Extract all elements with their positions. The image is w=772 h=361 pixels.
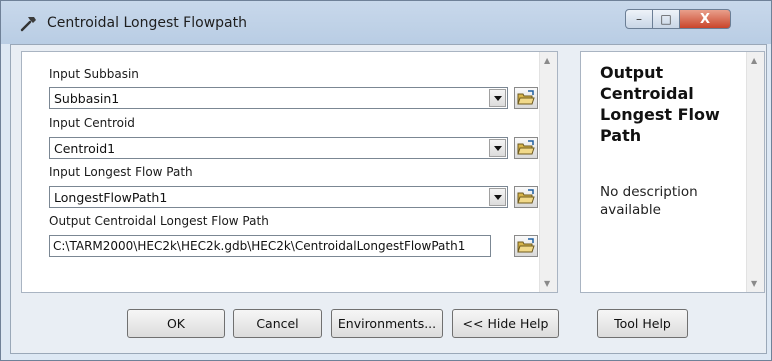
help-scrollbar[interactable]: ▲ ▼ [746, 52, 764, 292]
output-path-input[interactable]: C:\TARM2000\HEC2k\HEC2k.gdb\HEC2k\Centro… [49, 235, 491, 257]
param-label-output-path: Output Centroidal Longest Flow Path [49, 214, 269, 228]
browse-subbasin-button[interactable] [514, 87, 538, 109]
param-label-subbasin: Input Subbasin [49, 67, 139, 81]
dialog-body: Input Subbasin Subbasin1 Input Centroid … [10, 44, 767, 354]
minimize-button[interactable]: – [625, 9, 653, 29]
input-subbasin-combo[interactable]: Subbasin1 [49, 87, 508, 109]
input-longest-flow-path-value: LongestFlowPath1 [54, 190, 168, 205]
tool-hammer-icon [20, 17, 36, 32]
open-folder-icon [517, 238, 535, 253]
tool-help-button[interactable]: Tool Help [597, 309, 688, 338]
chevron-down-icon[interactable] [489, 89, 506, 107]
scroll-up-arrow-icon[interactable]: ▲ [544, 56, 550, 65]
open-folder-icon [517, 140, 535, 155]
scroll-up-arrow-icon[interactable]: ▲ [751, 56, 757, 65]
hide-help-button[interactable]: << Hide Help [452, 309, 559, 338]
browse-centroid-button[interactable] [514, 137, 538, 159]
browse-longest-flow-path-button[interactable] [514, 186, 538, 208]
parameters-scrollbar[interactable]: ▲ ▼ [539, 52, 557, 292]
scroll-down-arrow-icon[interactable]: ▼ [751, 279, 757, 288]
input-longest-flow-path-combo[interactable]: LongestFlowPath1 [49, 186, 508, 208]
help-title: Output Centroidal Longest Flow Path [600, 63, 720, 145]
param-label-centroid: Input Centroid [49, 116, 135, 130]
chevron-down-icon[interactable] [489, 139, 506, 157]
input-subbasin-value: Subbasin1 [54, 91, 120, 106]
window-controls: – □ X [625, 9, 766, 31]
parameters-panel[interactable]: Input Subbasin Subbasin1 Input Centroid … [21, 51, 558, 293]
ok-button[interactable]: OK [127, 309, 225, 338]
input-centroid-value: Centroid1 [54, 141, 116, 156]
close-button[interactable]: X [679, 9, 731, 29]
output-path-value: C:\TARM2000\HEC2k\HEC2k.gdb\HEC2k\Centro… [53, 239, 466, 253]
open-folder-icon [517, 90, 535, 105]
chevron-down-icon[interactable] [489, 188, 506, 206]
window-title: Centroidal Longest Flowpath [47, 15, 247, 31]
maximize-button[interactable]: □ [652, 9, 680, 29]
browse-output-path-button[interactable] [514, 235, 538, 257]
input-centroid-combo[interactable]: Centroid1 [49, 137, 508, 159]
param-label-longest-flow-path: Input Longest Flow Path [49, 165, 193, 179]
environments-button[interactable]: Environments... [331, 309, 443, 338]
cancel-button[interactable]: Cancel [233, 309, 322, 338]
help-description: No description available [600, 184, 698, 218]
help-panel: Output Centroidal Longest Flow Path No d… [580, 51, 765, 293]
open-folder-icon [517, 189, 535, 204]
tool-dialog: Centroidal Longest Flowpath – □ X Input … [0, 0, 772, 361]
title-bar[interactable]: Centroidal Longest Flowpath – □ X [1, 1, 771, 44]
scroll-down-arrow-icon[interactable]: ▼ [544, 279, 550, 288]
